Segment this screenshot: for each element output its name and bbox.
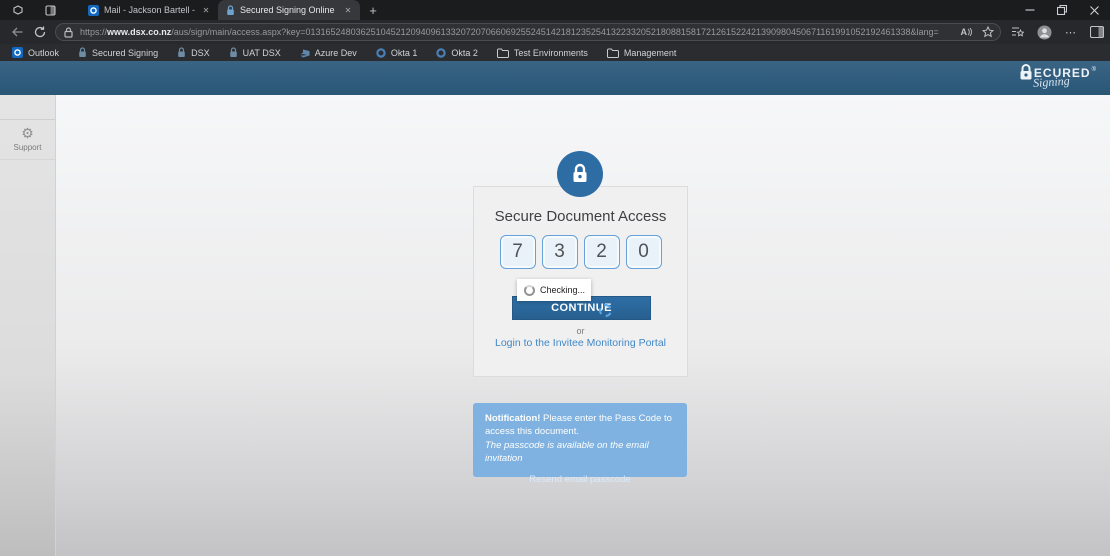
url-path: /aus/sign/main/access.aspx?key=013165248… — [171, 27, 939, 37]
bookmark-okta-1[interactable]: Okta 1 — [376, 48, 418, 58]
passcode-inputs: 7 3 2 0 — [474, 235, 687, 269]
passcode-digit-2[interactable]: 3 — [542, 235, 578, 269]
bookmark-azure-dev[interactable]: Azure Dev — [300, 48, 357, 58]
secured-signing-logo: ECURED ® Signing — [1019, 64, 1096, 89]
passcode-digit-4[interactable]: 0 — [626, 235, 662, 269]
settings-more-icon[interactable]: ⋯ — [1065, 26, 1077, 39]
lock-favicon-icon — [229, 47, 238, 58]
https-lock-icon — [64, 27, 73, 38]
outlook-favicon — [88, 5, 99, 16]
browser-titlebar: Mail - Jackson Bartell - Outlook ✕ Secur… — [0, 0, 1110, 20]
favorites-hub-icon[interactable] — [1011, 26, 1024, 38]
tab-close-icon[interactable]: ✕ — [200, 6, 212, 15]
tab-secured-signing[interactable]: Secured Signing Online Documen... ✕ — [218, 0, 360, 20]
logo-script-word: Signing — [1032, 72, 1092, 91]
url-text: https://www.dsx.co.nz/aus/sign/main/acce… — [80, 27, 992, 37]
bookmark-okta-2[interactable]: Okta 2 — [436, 48, 478, 58]
notification-panel: Notification! Please enter the Pass Code… — [473, 403, 687, 477]
bookmark-outlook[interactable]: Outlook — [12, 47, 59, 58]
notification-message: Notification! Please enter the Pass Code… — [485, 412, 675, 439]
notification-note: The passcode is available on the email i… — [485, 439, 675, 466]
address-bar[interactable]: https://www.dsx.co.nz/aus/sign/main/acce… — [55, 23, 1001, 41]
read-aloud-icon[interactable]: A — [961, 27, 973, 37]
secure-access-card: Secure Document Access 7 3 2 0 Checking.… — [473, 186, 688, 377]
back-icon[interactable] — [6, 21, 29, 43]
refresh-icon[interactable] — [29, 21, 52, 43]
bookmark-secured-signing[interactable]: Secured Signing — [78, 47, 158, 58]
new-tab-button[interactable]: + — [360, 3, 386, 18]
busy-cursor-icon — [599, 304, 612, 317]
bookmarks-bar: Outlook Secured Signing DSX UAT DSX Azur… — [0, 44, 1110, 61]
tab-close-icon[interactable]: ✕ — [342, 6, 354, 15]
close-window-button[interactable] — [1078, 0, 1110, 20]
or-separator: or — [474, 326, 687, 336]
lock-favicon-icon — [78, 47, 87, 58]
minimize-button[interactable] — [1014, 0, 1046, 20]
lock-favicon-icon — [177, 47, 186, 58]
site-header: ECURED ® Signing — [0, 61, 1110, 95]
okta-icon — [436, 48, 446, 58]
logo-registered-mark: ® — [1092, 67, 1096, 73]
window-controls — [1014, 0, 1110, 20]
restore-button[interactable] — [1046, 0, 1078, 20]
workspaces-icon[interactable] — [6, 0, 30, 20]
browser-toolbar: https://www.dsx.co.nz/aus/sign/main/acce… — [0, 20, 1110, 44]
sidebar-panel-icon[interactable] — [1090, 26, 1104, 38]
notification-title: Notification! — [485, 413, 540, 424]
lock-badge — [557, 151, 603, 197]
passcode-digit-3[interactable]: 2 — [584, 235, 620, 269]
toolbar-right: ⋯ — [1011, 25, 1104, 40]
profile-avatar[interactable] — [1037, 25, 1052, 40]
azure-icon — [300, 48, 310, 58]
invitee-portal-link[interactable]: Login to the Invitee Monitoring Portal — [474, 337, 687, 349]
tab-outlook[interactable]: Mail - Jackson Bartell - Outlook ✕ — [80, 0, 218, 20]
secured-signing-favicon — [226, 5, 235, 16]
tab-title: Secured Signing Online Documen... — [240, 5, 337, 15]
url-scheme: https:// — [80, 27, 107, 37]
tab-title: Mail - Jackson Bartell - Outlook — [104, 5, 195, 15]
browser-window: Mail - Jackson Bartell - Outlook ✕ Secur… — [0, 0, 1110, 556]
gear-icon: ⚙ — [0, 126, 55, 140]
url-domain: www.dsx.co.nz — [107, 27, 171, 37]
left-sidebar: ⚙ Support — [0, 95, 56, 556]
favorite-star-icon[interactable] — [982, 26, 994, 38]
page-body: ⚙ Support Secure Document Access 7 3 2 0… — [0, 95, 1110, 556]
support-label: Support — [0, 143, 55, 152]
bookmark-folder-test-environments[interactable]: Test Environments — [497, 48, 588, 58]
card-title: Secure Document Access — [474, 208, 687, 225]
tab-actions-icon[interactable] — [38, 0, 62, 20]
okta-icon — [376, 48, 386, 58]
address-bar-actions: A — [955, 24, 995, 40]
sidebar-item-support[interactable]: ⚙ Support — [0, 119, 55, 160]
logo-lock-icon — [1019, 64, 1033, 81]
folder-icon — [497, 48, 509, 58]
passcode-digit-1[interactable]: 7 — [500, 235, 536, 269]
folder-icon — [607, 48, 619, 58]
lock-icon — [571, 163, 589, 185]
outlook-icon — [12, 47, 23, 58]
bookmark-folder-management[interactable]: Management — [607, 48, 677, 58]
bookmark-uat-dsx[interactable]: UAT DSX — [229, 47, 281, 58]
checking-tooltip: Checking... — [517, 279, 591, 301]
checking-spinner-icon — [524, 285, 535, 296]
resend-passcode-link[interactable]: Resend email passcode — [485, 473, 675, 486]
bookmark-dsx[interactable]: DSX — [177, 47, 210, 58]
checking-label: Checking... — [540, 285, 585, 295]
